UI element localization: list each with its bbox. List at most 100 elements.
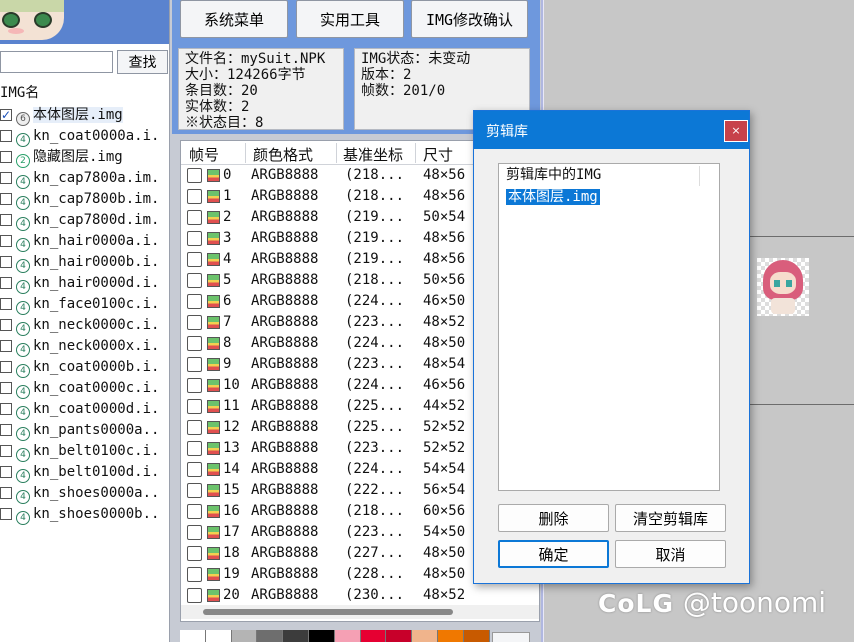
img-checkbox[interactable] — [0, 361, 12, 373]
img-checkbox[interactable] — [0, 277, 12, 289]
img-checkbox[interactable] — [0, 487, 12, 499]
img-list-item[interactable]: 6本体图层.img — [0, 105, 169, 126]
search-input[interactable] — [0, 51, 113, 73]
frame-checkbox[interactable] — [187, 315, 202, 330]
frame-checkbox[interactable] — [187, 504, 202, 519]
img-checkbox[interactable] — [0, 130, 12, 142]
tools-button[interactable]: 实用工具 — [296, 0, 404, 38]
guide-line — [750, 236, 854, 237]
img-checkbox[interactable] — [0, 214, 12, 226]
frame-checkbox[interactable] — [187, 441, 202, 456]
frame-checkbox[interactable] — [187, 357, 202, 372]
clear-library-button[interactable]: 清空剪辑库 — [615, 504, 726, 532]
img-list-item[interactable]: 4 kn_hair0000a.i. — [0, 231, 169, 252]
img-checkbox[interactable] — [0, 235, 12, 247]
table-row[interactable]: 20 ARGB8888 (230... 48×52 — [181, 585, 539, 606]
img-checkbox[interactable] — [0, 403, 12, 415]
img-checkbox[interactable] — [0, 424, 12, 436]
palette-swatch[interactable] — [231, 630, 258, 642]
horizontal-scrollbar[interactable] — [181, 605, 539, 619]
img-list-item[interactable]: 2 隐藏图层.img — [0, 147, 169, 168]
img-checkbox[interactable] — [0, 151, 12, 163]
frame-checkbox[interactable] — [187, 588, 202, 603]
frame-image-icon — [207, 316, 220, 329]
frame-id: 16 — [223, 503, 240, 519]
img-list-item[interactable]: 4 kn_shoes0000b.. — [0, 504, 169, 525]
ok-button[interactable]: 确定 — [498, 540, 609, 568]
frame-checkbox[interactable] — [187, 189, 202, 204]
col-base-coord[interactable]: 基准坐标 — [343, 144, 403, 165]
img-list-item[interactable]: 4 kn_neck0000c.i. — [0, 315, 169, 336]
palette-swatch[interactable] — [463, 630, 490, 642]
frame-checkbox[interactable] — [187, 168, 202, 183]
clip-list-item[interactable]: 本体图层.img — [499, 186, 719, 208]
img-checkbox[interactable] — [0, 319, 12, 331]
img-list-item[interactable]: 4 kn_cap7800a.im. — [0, 168, 169, 189]
close-icon[interactable]: × — [724, 120, 748, 142]
palette-button[interactable] — [492, 632, 530, 642]
frame-checkbox[interactable] — [187, 294, 202, 309]
frame-checkbox[interactable] — [187, 525, 202, 540]
img-list-item[interactable]: 4 kn_pants0000a.. — [0, 420, 169, 441]
img-checkbox[interactable] — [0, 256, 12, 268]
search-button[interactable]: 查找 — [117, 50, 168, 74]
palette-swatch[interactable] — [257, 630, 284, 642]
dialog-titlebar[interactable]: 剪辑库 × — [474, 111, 749, 149]
img-checkbox[interactable] — [0, 105, 12, 126]
frame-checkbox[interactable] — [187, 231, 202, 246]
palette-swatch[interactable] — [283, 630, 309, 642]
col-color-format[interactable]: 颜色格式 — [253, 144, 313, 165]
img-list-item[interactable]: 4 kn_belt0100d.i. — [0, 462, 169, 483]
img-checkbox[interactable] — [0, 466, 12, 478]
frame-checkbox[interactable] — [187, 399, 202, 414]
palette-swatch[interactable] — [180, 630, 206, 642]
img-list-item[interactable]: 4 kn_coat0000d.i. — [0, 399, 169, 420]
palette-swatch[interactable] — [334, 630, 361, 642]
palette-swatch[interactable] — [205, 630, 232, 642]
img-list-item[interactable]: 4 kn_cap7800b.im. — [0, 189, 169, 210]
img-list-item[interactable]: 4 kn_belt0100c.i. — [0, 441, 169, 462]
img-list-item[interactable]: 4 kn_shoes0000a.. — [0, 483, 169, 504]
img-name: kn_neck0000c.i. — [33, 317, 160, 333]
palette-swatch[interactable] — [308, 630, 335, 642]
frame-checkbox[interactable] — [187, 462, 202, 477]
scrollbar-thumb[interactable] — [203, 609, 453, 615]
col-size[interactable]: 尺寸 — [423, 144, 453, 165]
frame-checkbox[interactable] — [187, 567, 202, 582]
frame-checkbox[interactable] — [187, 378, 202, 393]
img-confirm-button[interactable]: IMG修改确认 — [411, 0, 528, 38]
frame-checkbox[interactable] — [187, 420, 202, 435]
palette-swatch[interactable] — [386, 630, 413, 642]
palette-swatch[interactable] — [360, 630, 387, 642]
img-list-item[interactable]: 4 kn_neck0000x.i. — [0, 336, 169, 357]
img-list-item[interactable]: 4 kn_hair0000b.i. — [0, 252, 169, 273]
img-checkbox[interactable] — [0, 298, 12, 310]
img-checkbox[interactable] — [0, 340, 12, 352]
img-checkbox[interactable] — [0, 445, 12, 457]
frame-format: ARGB8888 — [251, 167, 319, 183]
frame-checkbox[interactable] — [187, 252, 202, 267]
frame-size: 50×54 — [423, 209, 466, 225]
delete-button[interactable]: 删除 — [498, 504, 609, 532]
img-list-item[interactable]: 4 kn_hair0000d.i. — [0, 273, 169, 294]
img-list-item[interactable]: 4 kn_coat0000b.i. — [0, 357, 169, 378]
img-list-item[interactable]: 4 kn_coat0000c.i. — [0, 378, 169, 399]
img-list-item[interactable]: 4 kn_coat0000a.i. — [0, 126, 169, 147]
frame-checkbox[interactable] — [187, 210, 202, 225]
palette-swatch[interactable] — [412, 630, 438, 642]
frame-checkbox[interactable] — [187, 546, 202, 561]
img-list-item[interactable]: 4 kn_cap7800d.im. — [0, 210, 169, 231]
frame-checkbox[interactable] — [187, 336, 202, 351]
img-checkbox[interactable] — [0, 382, 12, 394]
img-name: kn_cap7800d.im. — [33, 212, 160, 228]
img-checkbox[interactable] — [0, 508, 12, 520]
frame-checkbox[interactable] — [187, 483, 202, 498]
img-checkbox[interactable] — [0, 172, 12, 184]
img-checkbox[interactable] — [0, 193, 12, 205]
palette-swatch[interactable] — [437, 630, 464, 642]
img-list-item[interactable]: 4 kn_face0100c.i. — [0, 294, 169, 315]
frame-checkbox[interactable] — [187, 273, 202, 288]
col-frame-id[interactable]: 帧号 — [189, 144, 219, 165]
system-menu-button[interactable]: 系统菜单 — [180, 0, 288, 38]
cancel-button[interactable]: 取消 — [615, 540, 726, 568]
